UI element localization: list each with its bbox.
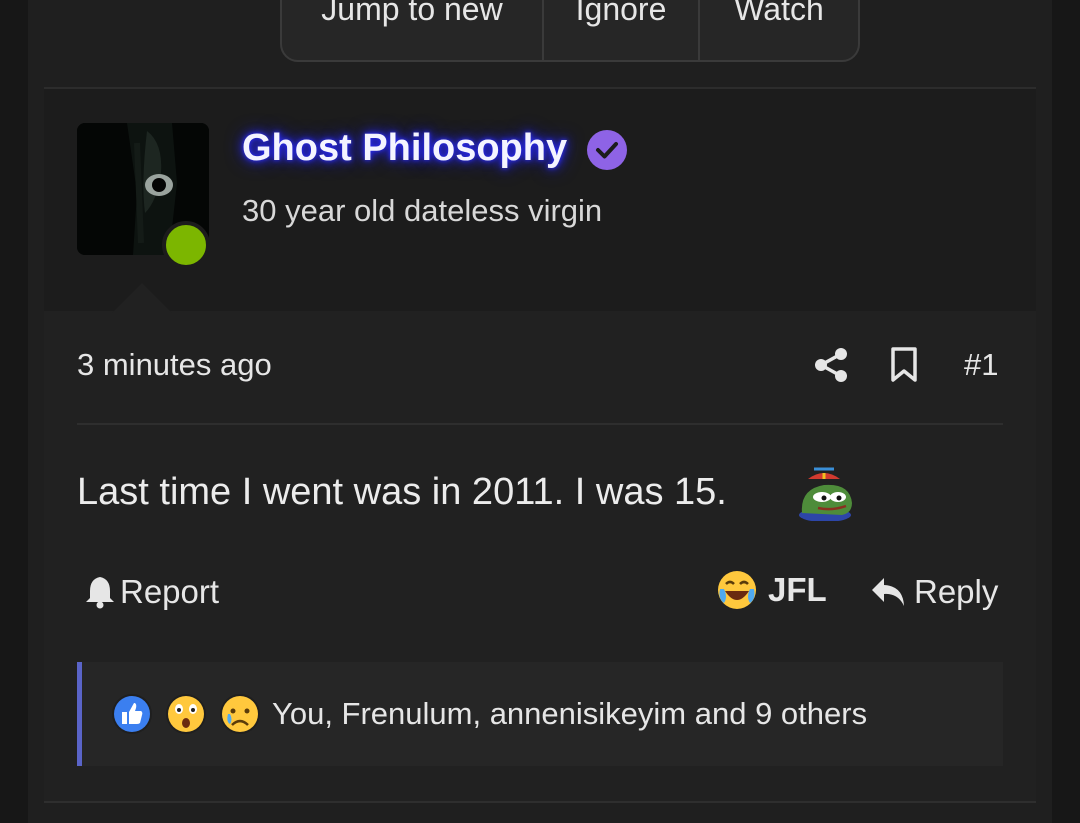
- page: Jump to new Ignore Watch Ghost Philosoph…: [28, 0, 1052, 823]
- reactions-bar[interactable]: You, Frenulum, annenisikeyim and 9 other…: [77, 662, 1003, 766]
- jfl-reaction-button[interactable]: JFL: [716, 569, 827, 611]
- report-label: Report: [120, 573, 220, 610]
- share-icon[interactable]: [814, 347, 848, 383]
- sad-reaction-icon: [220, 694, 260, 734]
- bookmark-icon[interactable]: [890, 347, 918, 383]
- post-timestamp[interactable]: 3 minutes ago: [77, 347, 272, 383]
- jump-to-new-button[interactable]: Jump to new: [282, 0, 544, 60]
- reactions-summary[interactable]: You, Frenulum, annenisikeyim and 9 other…: [272, 696, 867, 732]
- pepe-emoji-icon: [799, 467, 852, 521]
- jfl-label: JFL: [768, 571, 827, 608]
- online-status-indicator: [162, 221, 210, 269]
- user-title: 30 year old dateless virgin: [242, 193, 603, 228]
- ignore-button[interactable]: Ignore: [544, 0, 700, 60]
- divider: [77, 423, 1003, 425]
- wow-reaction-icon: [166, 694, 206, 734]
- reply-label: Reply: [914, 573, 999, 610]
- laughing-crying-emoji-icon: [718, 571, 756, 609]
- like-reaction-icon: [112, 694, 152, 734]
- verified-icon: [587, 130, 627, 170]
- reply-icon: [872, 578, 904, 606]
- post: Ghost Philosophy 30 year old dateless vi…: [44, 87, 1036, 803]
- post-body-text: Last time I went was in 2011. I was 15.: [77, 471, 727, 513]
- watch-button[interactable]: Watch: [700, 0, 858, 60]
- post-bottom-divider: [44, 801, 1036, 803]
- header-pointer: [112, 283, 172, 313]
- thread-actions-bar: Jump to new Ignore Watch: [280, 0, 860, 62]
- report-button[interactable]: Report: [84, 573, 219, 611]
- post-user-header: Ghost Philosophy 30 year old dateless vi…: [44, 89, 1036, 313]
- reply-button[interactable]: Reply: [870, 573, 998, 611]
- username[interactable]: Ghost Philosophy: [242, 127, 567, 170]
- post-number-link[interactable]: #1: [964, 347, 998, 383]
- bell-icon: [86, 577, 114, 609]
